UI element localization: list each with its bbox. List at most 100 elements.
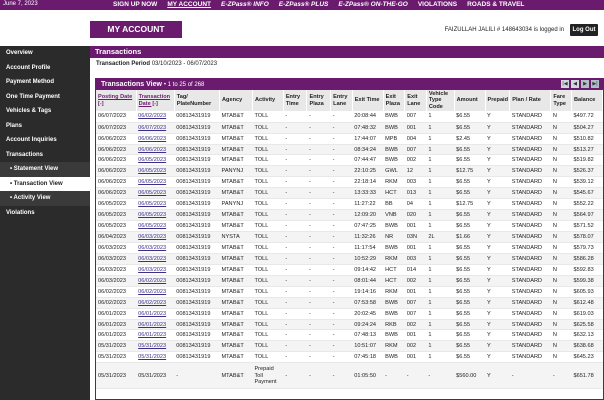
topnav-item-2[interactable]: E-ZPass® INFO (216, 0, 274, 10)
logout-button[interactable]: Log Out (570, 24, 598, 36)
table-cell: $605.93 (571, 286, 603, 298)
table-cell: 05/31/2023 (96, 351, 137, 364)
table-cell: $645.23 (571, 351, 603, 364)
last-page-icon[interactable]: ▶| (591, 80, 599, 88)
sidebar-item-5[interactable]: Plans (0, 119, 90, 134)
table-cell: 002 (404, 154, 427, 167)
table-cell: 06/03/2023 (96, 242, 137, 254)
transaction-date-link[interactable]: 06/07/2023 (136, 122, 175, 134)
transaction-date-link[interactable]: 06/02/2023 (136, 111, 175, 123)
table-cell: BWB (383, 144, 405, 156)
transaction-date-link[interactable]: 06/05/2023 (136, 154, 175, 167)
transaction-date-link[interactable]: 06/01/2023 (136, 319, 175, 331)
transaction-date-link[interactable]: 06/06/2023 (136, 144, 175, 156)
table-cell: $578.07 (571, 231, 603, 243)
table-cell: 08:01:44 (352, 275, 384, 287)
sidebar-item-0[interactable]: Overview (0, 46, 90, 61)
prev-page-icon[interactable]: ◀ (571, 80, 579, 88)
table-row: 06/01/2023 06/01/2023 00813431919 MTAB&T TOL… (96, 308, 603, 320)
transaction-date-link[interactable]: 06/05/2023 (136, 187, 175, 200)
column-header-3: Agency (219, 90, 253, 112)
transaction-date-link[interactable]: 06/01/2023 (136, 329, 175, 342)
transaction-date-link[interactable]: 06/01/2023 (136, 308, 175, 320)
transaction-date-link[interactable]: 06/02/2023 (136, 286, 175, 298)
sidebar-item-10[interactable]: • Activity View (0, 191, 90, 206)
table-cell: - (306, 111, 331, 123)
first-page-icon[interactable]: |◀ (561, 80, 569, 88)
sidebar-item-6[interactable]: Account Inquiries (0, 133, 90, 148)
sidebar-item-4[interactable]: Vehicles & Tags (0, 104, 90, 119)
next-page-icon[interactable]: ▶ (581, 80, 589, 88)
column-header-16: Balance (571, 90, 604, 112)
table-cell: 1 (426, 242, 455, 254)
table-cell: STANDARD (509, 351, 551, 364)
table-row: 06/03/2023 06/03/2023 00813431919 MTAB&T TOL… (96, 242, 603, 254)
topnav-item-5[interactable]: VIOLATIONS (413, 0, 462, 10)
table-cell: 06/06/2023 (96, 133, 137, 145)
transaction-date-link[interactable]: 06/05/2023 (136, 220, 175, 233)
view-range: • 1 to 25 of 268 (163, 82, 205, 88)
table-cell: - (283, 154, 307, 167)
table-cell: 001 (404, 351, 427, 364)
table-cell: - (330, 308, 353, 320)
transaction-date-link[interactable]: 06/02/2023 (136, 275, 175, 287)
table-cell: 00813431919 (174, 111, 220, 123)
table-cell: 1 (426, 297, 455, 309)
table-cell: 11:27:22 (352, 198, 384, 211)
transaction-date-link[interactable]: 05/31/2023 (136, 340, 175, 353)
table-cell: TOLL (252, 319, 284, 331)
sidebar-item-8[interactable]: • Statement View (0, 162, 90, 177)
table-cell: N (550, 154, 572, 167)
column-header-0[interactable]: Posting Date [-] (96, 90, 137, 112)
transaction-date-link[interactable]: 06/05/2023 (136, 176, 175, 189)
table-cell: $545.67 (571, 187, 603, 200)
topnav-item-4[interactable]: E-ZPass® ON-THE-GO (333, 0, 412, 10)
table-cell: - (330, 231, 353, 243)
table-cell: 00813431919 (174, 231, 220, 243)
table-cell: - (426, 362, 455, 390)
table-row: 06/06/2023 06/05/2023 00813431919 MTAB&T TOL… (96, 187, 603, 200)
transaction-date-link[interactable]: 06/02/2023 (136, 297, 175, 309)
table-row: 06/04/2023 06/03/2023 00813431919 NYSTA TOLL… (96, 231, 603, 243)
transaction-date-link[interactable]: 06/05/2023 (136, 165, 175, 178)
transaction-date-link[interactable]: 06/03/2023 (136, 242, 175, 254)
topnav-item-1[interactable]: MY ACCOUNT (162, 0, 216, 10)
table-cell: 11:32:26 (352, 231, 384, 243)
transaction-date-link[interactable]: 06/05/2023 (136, 198, 175, 211)
table-cell: TOLL (252, 122, 284, 134)
login-status: FAIZULLAH JALILI # 148643034 is logged i… (444, 27, 564, 33)
table-cell: PANYNJ (219, 198, 253, 211)
sidebar-item-3[interactable]: One Time Payment (0, 90, 90, 105)
table-cell: 07:48:13 (352, 329, 384, 342)
table-cell: RKM (383, 340, 405, 353)
sidebar-item-7[interactable]: Transactions (0, 148, 90, 163)
table-cell: 19:14:16 (352, 286, 384, 298)
topnav-item-3[interactable]: E-ZPass® PLUS (274, 0, 334, 10)
transaction-date-link[interactable]: 05/31/2023 (136, 351, 175, 364)
transaction-date-link[interactable]: 06/06/2023 (136, 133, 175, 145)
column-header-12: Amount (454, 90, 486, 112)
table-cell: 00813431919 (174, 340, 220, 353)
table-cell: $625.58 (571, 319, 603, 331)
table-cell: TOLL (252, 165, 284, 178)
transaction-date-link[interactable]: 06/05/2023 (136, 209, 175, 222)
sidebar-item-9[interactable]: • Transaction View (0, 176, 90, 191)
transaction-date-link[interactable]: 06/03/2023 (136, 231, 175, 243)
column-header-10: Exit Lane (404, 90, 427, 112)
column-header-1[interactable]: Transaction Date [-] (136, 90, 175, 112)
table-cell: N (550, 319, 572, 331)
table-cell: 11:17:54 (352, 242, 384, 254)
topnav-item-6[interactable]: ROADS & TRAVEL (462, 0, 529, 10)
transaction-date-link[interactable]: 06/03/2023 (136, 253, 175, 265)
table-cell: - (283, 351, 307, 364)
table-cell: - (306, 351, 331, 364)
sidebar-item-1[interactable]: Account Profile (0, 61, 90, 76)
table-cell: - (306, 297, 331, 309)
table-cell: Y (485, 362, 510, 390)
sidebar-item-2[interactable]: Payment Method (0, 75, 90, 90)
topnav-item-0[interactable]: SIGN UP NOW (108, 0, 162, 10)
transaction-date-link[interactable]: 06/03/2023 (136, 264, 175, 276)
sidebar-item-11[interactable]: Violations (0, 206, 90, 221)
table-cell: $651.78 (571, 362, 603, 390)
table-cell: 00813431919 (174, 264, 220, 276)
